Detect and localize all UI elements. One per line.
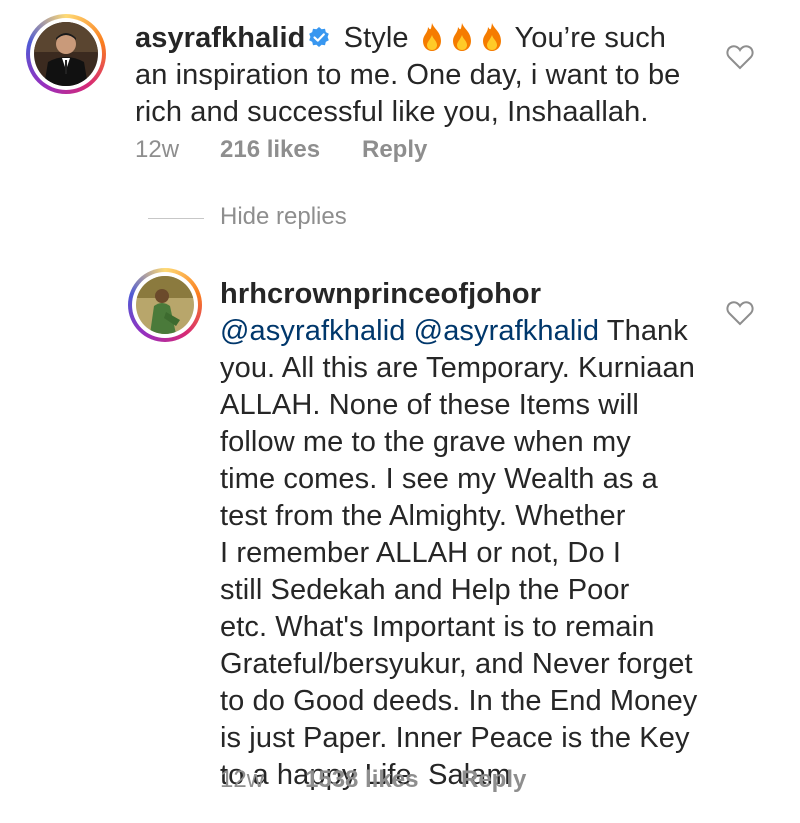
reply-button[interactable]: Reply bbox=[362, 135, 427, 165]
likes-count[interactable]: 216 likes bbox=[220, 135, 320, 165]
comment-text-line: Thank bbox=[606, 315, 688, 347]
comment-text-line: etc. What's Important is to remain bbox=[220, 611, 655, 643]
profile-photo bbox=[136, 276, 194, 334]
reply-body: hrhcrownprinceofjohor @asyrafkhalid @asy… bbox=[220, 276, 697, 794]
hide-replies-button[interactable]: Hide replies bbox=[220, 203, 347, 231]
comment-username[interactable]: hrhcrownprinceofjohor bbox=[220, 278, 541, 310]
comment-text-line: test from the Almighty. Whether bbox=[220, 500, 626, 532]
reply-button[interactable]: Reply bbox=[461, 765, 526, 795]
likes-count[interactable]: 1538 likes bbox=[305, 765, 418, 795]
comment-time: 12w bbox=[135, 136, 180, 163]
comment-text-line: is just Paper. Inner Peace is the Key bbox=[220, 722, 690, 754]
comment-meta: 12w bbox=[220, 765, 264, 795]
comment-text-line: Grateful/bersyukur, and Never forget bbox=[220, 648, 693, 680]
comment-text-line: I remember ALLAH or not, Do I bbox=[220, 537, 622, 569]
avatar[interactable] bbox=[128, 268, 202, 342]
comment-meta: 12w bbox=[135, 135, 179, 165]
comment-text-start: Style bbox=[343, 22, 409, 54]
comment-text-line: you. All this are Temporary. Kurniaan bbox=[220, 352, 695, 384]
avatar[interactable] bbox=[26, 14, 106, 94]
comment-text-line: rich and successful like you, Inshaallah… bbox=[135, 96, 649, 128]
comment-text-line: time comes. I see my Wealth as a bbox=[220, 463, 658, 495]
fire-emoji-icon bbox=[482, 23, 501, 51]
comment-username[interactable]: asyrafkhalid bbox=[135, 22, 305, 54]
comment-text-continued: You’re such bbox=[514, 22, 667, 54]
comment-time: 12w bbox=[220, 766, 265, 793]
fire-emoji-icon bbox=[452, 23, 471, 51]
comment-text-line: still Sedekah and Help the Poor bbox=[220, 574, 630, 606]
mention-link[interactable]: @asyrafkhalid bbox=[414, 315, 599, 347]
comment-text-line: to do Good deeds. In the End Money bbox=[220, 685, 698, 717]
like-heart-icon[interactable] bbox=[726, 44, 754, 70]
profile-photo bbox=[34, 22, 98, 86]
comment-text-line: an inspiration to me. One day, i want to… bbox=[135, 59, 681, 91]
mention-link[interactable]: @asyrafkhalid bbox=[220, 315, 405, 347]
comment-text-line: ALLAH. None of these Items will bbox=[220, 389, 639, 421]
comment-body: asyrafkhalid Style You’re such an inspir… bbox=[135, 20, 680, 131]
comment-text-line: follow me to the grave when my bbox=[220, 426, 631, 458]
fire-emoji-icon bbox=[422, 23, 441, 51]
replies-divider bbox=[148, 218, 204, 219]
like-heart-icon[interactable] bbox=[726, 300, 754, 326]
verified-badge-icon bbox=[309, 27, 330, 47]
